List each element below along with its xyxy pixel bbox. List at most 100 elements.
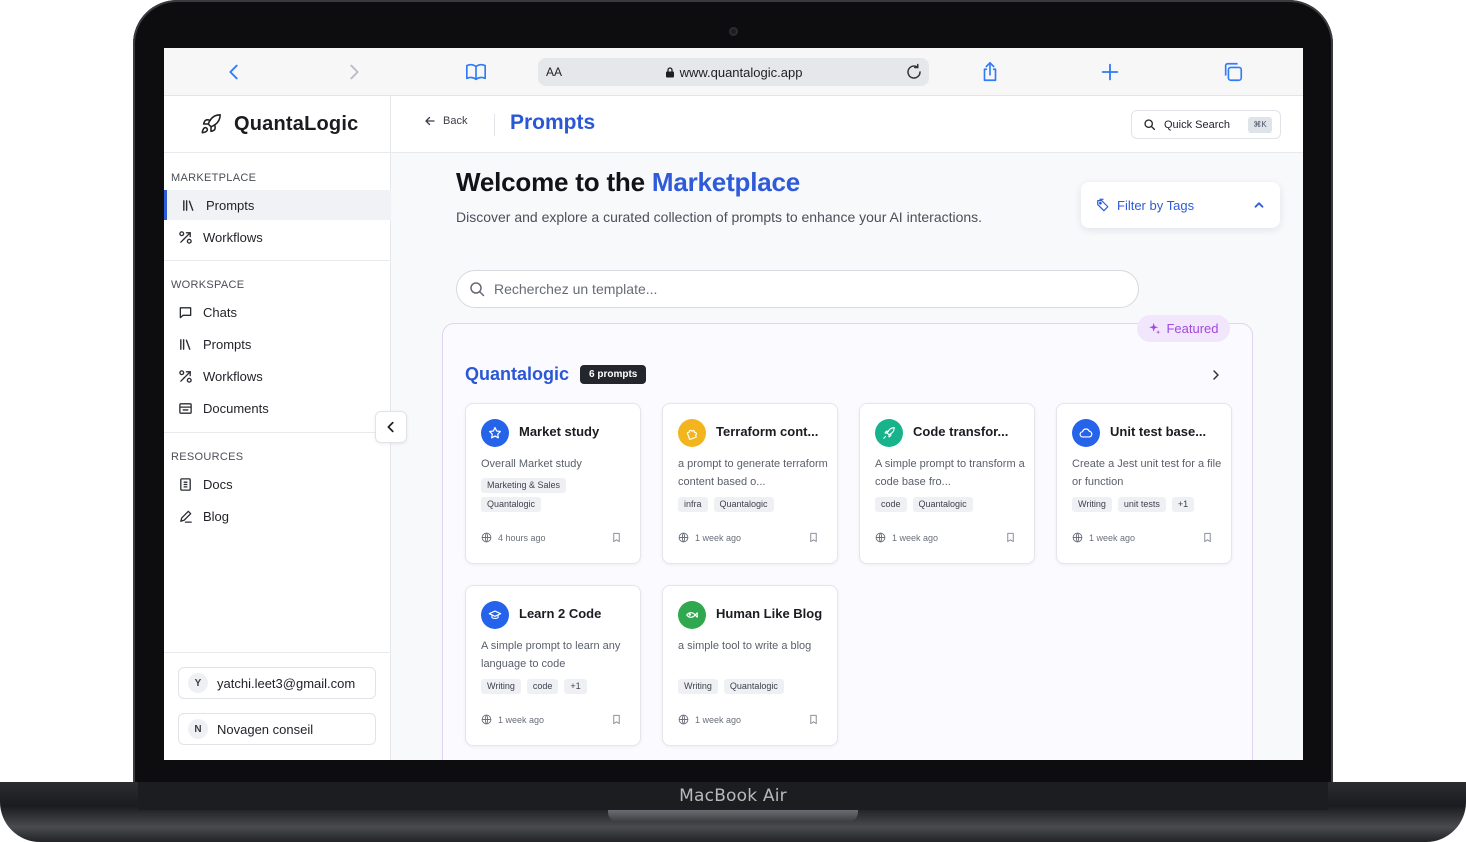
page-title: Prompts xyxy=(510,111,596,134)
tag[interactable]: Quantalogic xyxy=(713,497,774,512)
chevron-right-icon xyxy=(350,64,359,80)
sidebar-item-workspace-prompts[interactable]: Prompts xyxy=(164,329,391,359)
nav-section-workspace: WORKSPACE Chats Prompts Workflows Docume… xyxy=(164,275,391,423)
card-footer: 1 week ago xyxy=(1072,532,1218,543)
app: QuantaLogic MARKETPLACE Prompts Workflow… xyxy=(164,96,1303,760)
organization-name: Novagen conseil xyxy=(217,721,314,737)
collection-title[interactable]: Quantalogic xyxy=(465,364,569,385)
globe-icon xyxy=(481,532,492,543)
tag[interactable]: Quantalogic xyxy=(723,679,784,694)
sidebar-item-workspace-workflows[interactable]: Workflows xyxy=(164,361,391,391)
card-title: Unit test base... xyxy=(1110,424,1207,439)
sidebar-item-label: Prompts xyxy=(206,197,255,213)
library-icon xyxy=(183,199,194,211)
sidebar-item-chats[interactable]: Chats xyxy=(164,297,391,327)
card-footer: 1 week ago xyxy=(875,532,1021,543)
tag[interactable]: unit tests xyxy=(1117,497,1166,512)
bookmark-icon[interactable] xyxy=(1202,532,1213,543)
template-search-input[interactable] xyxy=(494,281,1094,297)
collapse-sidebar-button[interactable] xyxy=(375,411,407,443)
sidebar: QuantaLogic MARKETPLACE Prompts Workflow… xyxy=(164,96,391,760)
globe-icon xyxy=(481,714,492,725)
sidebar-item-label: Prompts xyxy=(203,336,252,352)
chevron-left-icon xyxy=(387,421,394,433)
search-icon xyxy=(1144,119,1156,131)
filter-label: Filter by Tags xyxy=(1117,197,1195,213)
chevron-right-icon[interactable] xyxy=(1209,368,1223,382)
bookmark-icon[interactable] xyxy=(611,532,622,543)
prompt-card[interactable]: Market study Overall Market study Market… xyxy=(465,403,641,564)
quick-search-label: Quick Search xyxy=(1164,118,1231,131)
sidebar-item-blog[interactable]: Blog xyxy=(164,501,391,531)
share-button[interactable] xyxy=(978,60,1002,84)
bookmark-icon[interactable] xyxy=(611,714,622,725)
bookmark-icon[interactable] xyxy=(808,714,819,725)
reader-aa-button[interactable]: AA xyxy=(546,65,562,79)
globe-icon xyxy=(678,714,689,725)
card-description: A simple prompt to transform a code base… xyxy=(875,458,1025,488)
bookmark-icon[interactable] xyxy=(808,532,819,543)
featured-badge: Featured xyxy=(1137,315,1230,342)
tag[interactable]: +1 xyxy=(1171,497,1195,512)
browser-toolbar: AA www.quantalogic.app xyxy=(164,48,1303,96)
tag[interactable]: Quantalogic xyxy=(481,497,542,512)
account-switcher-user[interactable]: Y yatchi.leet3@gmail.com xyxy=(178,667,376,699)
tag[interactable]: Marketing & Sales xyxy=(481,478,567,493)
account-email: yatchi.leet3@gmail.com xyxy=(217,675,356,691)
tag[interactable]: code xyxy=(526,679,559,694)
tag[interactable]: Writing xyxy=(678,679,718,694)
tag[interactable]: infra xyxy=(678,497,708,512)
new-tab-button[interactable] xyxy=(1098,60,1122,84)
nav-divider xyxy=(164,260,391,261)
prompt-card[interactable]: Human Like Blog a simple tool to write a… xyxy=(662,585,838,746)
tag[interactable]: Writing xyxy=(481,679,521,694)
welcome-prefix: Welcome to the xyxy=(456,167,645,197)
back-label: Back xyxy=(443,115,468,127)
camera-icon xyxy=(729,27,738,36)
tag[interactable]: code xyxy=(875,497,907,512)
card-description: Overall Market study xyxy=(481,458,582,470)
prompt-card[interactable]: Unit test base... Create a Jest unit tes… xyxy=(1056,403,1232,564)
keyboard-shortcut: ⌘K xyxy=(1248,116,1273,133)
card-title: Market study xyxy=(519,424,600,439)
document-icon xyxy=(179,402,192,414)
address-bar[interactable]: AA www.quantalogic.app xyxy=(538,58,929,86)
sparkle-icon xyxy=(1149,322,1161,335)
globe-icon xyxy=(678,532,689,543)
prompt-card[interactable]: Terraform cont... a prompt to generate t… xyxy=(662,403,838,564)
sidebar-item-docs[interactable]: Docs xyxy=(164,469,391,499)
nav-section-resources: RESOURCES Docs Blog xyxy=(164,447,391,531)
quick-search-button[interactable]: Quick Search ⌘K xyxy=(1131,110,1281,139)
tag[interactable]: Writing xyxy=(1072,497,1112,512)
workflow-icon xyxy=(179,369,192,383)
tabs-overview-button[interactable] xyxy=(1221,60,1245,84)
star-icon xyxy=(481,419,509,447)
tag[interactable]: Quantalogic xyxy=(912,497,973,512)
rocket-icon xyxy=(201,114,221,134)
browser-back-button[interactable] xyxy=(222,60,246,84)
nav-divider xyxy=(164,652,391,653)
card-description: a prompt to generate terraform content b… xyxy=(678,458,828,488)
filter-by-tags-button[interactable]: Filter by Tags xyxy=(1081,182,1280,228)
account-switcher-org[interactable]: N Novagen conseil xyxy=(178,713,376,745)
tabs-icon xyxy=(1224,62,1243,82)
brand[interactable]: QuantaLogic xyxy=(164,96,391,153)
tag-icon xyxy=(1097,198,1109,212)
prompt-card[interactable]: Learn 2 Code A simple prompt to learn an… xyxy=(465,585,641,746)
card-tags: Writing Quantalogic xyxy=(678,679,828,694)
tag[interactable]: +1 xyxy=(564,679,587,694)
browser-forward-button[interactable] xyxy=(342,60,366,84)
sidebar-item-marketplace-prompts[interactable]: Prompts xyxy=(164,190,391,220)
sidebar-item-marketplace-workflows[interactable]: Workflows xyxy=(164,222,391,252)
nav-divider xyxy=(164,432,391,433)
prompt-card[interactable]: Code transfor... A simple prompt to tran… xyxy=(859,403,1035,564)
fish-icon xyxy=(678,601,706,629)
sidebar-item-documents[interactable]: Documents xyxy=(164,393,391,423)
reload-icon[interactable] xyxy=(905,63,923,81)
screen: AA www.quantalogic.app QuantaLogic MARKE… xyxy=(164,48,1303,760)
chat-icon xyxy=(179,306,192,318)
bookmarks-button[interactable] xyxy=(464,60,488,84)
bookmark-icon[interactable] xyxy=(1005,532,1016,543)
template-search xyxy=(456,270,1139,308)
back-button[interactable]: Back xyxy=(424,115,467,127)
